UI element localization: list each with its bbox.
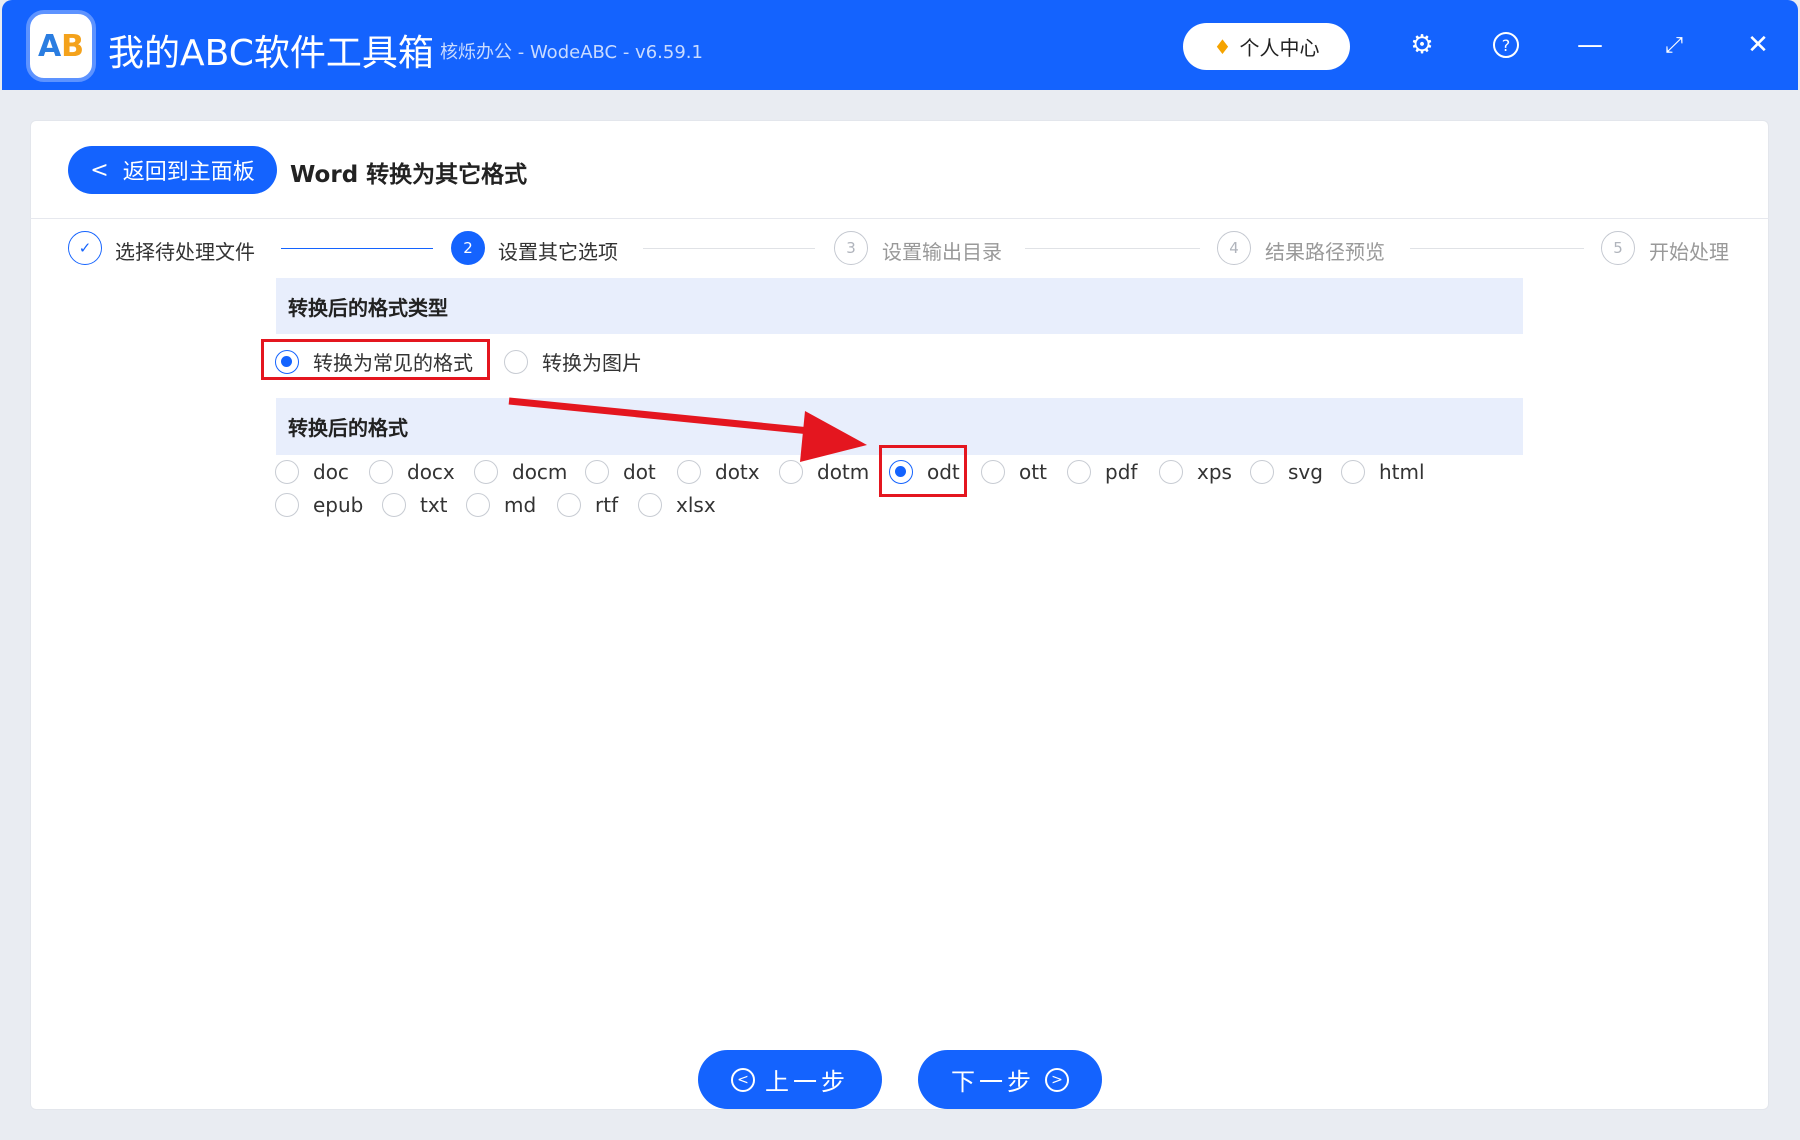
arrow-head	[800, 411, 867, 462]
arrow-shaft	[508, 397, 821, 436]
previous-step-button[interactable]: < 上一步	[698, 1050, 882, 1109]
next-step-button[interactable]: 下一步 >	[918, 1050, 1102, 1109]
prev-label: 上一步	[765, 1068, 849, 1096]
chevron-left-circle-icon: <	[731, 1067, 755, 1092]
annotation-arrow	[508, 397, 867, 462]
chevron-right-circle-icon: >	[1045, 1067, 1069, 1092]
next-label: 下一步	[951, 1068, 1035, 1096]
